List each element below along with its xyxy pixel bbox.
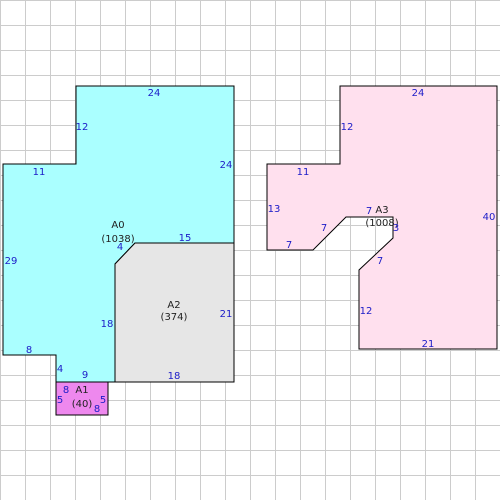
dim-a1-top: 8 bbox=[63, 385, 69, 396]
dim-a0-bottom-left: 8 bbox=[26, 345, 32, 356]
dim-a2-bottom: 18 bbox=[168, 371, 181, 382]
dim-a3-top: 24 bbox=[412, 88, 425, 99]
dim-a0-inner-vertical: 18 bbox=[101, 319, 114, 330]
area-a2-value: (374) bbox=[161, 312, 188, 323]
dim-a3-notch-top: 7 bbox=[366, 206, 372, 217]
dim-a0-top: 24 bbox=[148, 88, 161, 99]
dim-a3-right: 40 bbox=[483, 212, 496, 223]
dim-a3-bottom: 21 bbox=[422, 339, 435, 350]
dim-a3-inner-vertical: 12 bbox=[360, 306, 373, 317]
dim-a0-inner-chamfer: 4 bbox=[117, 242, 123, 253]
dim-a0-step-horizontal: 11 bbox=[33, 167, 46, 178]
dim-a2-right: 21 bbox=[220, 309, 233, 320]
dim-a2-top: 15 bbox=[179, 233, 192, 244]
area-a0-name: A0 bbox=[111, 220, 124, 231]
dim-a3-step-vertical: 12 bbox=[341, 122, 354, 133]
dim-a0-step-vertical: 12 bbox=[76, 122, 89, 133]
dim-a3-left: 13 bbox=[268, 204, 281, 215]
dim-a1-left: 5 bbox=[57, 395, 63, 406]
area-a2-name: A2 bbox=[167, 300, 180, 311]
dim-a3-left-bottom: 7 bbox=[286, 240, 292, 251]
area-a1-value: (40) bbox=[72, 399, 93, 410]
dim-a0-notch-vertical: 4 bbox=[57, 364, 63, 375]
dim-a1-bottom: 8 bbox=[94, 404, 100, 415]
area-a3-name: A3 bbox=[375, 205, 388, 216]
floor-plan-canvas: A0 (1038) A2 (374) A1 (40) A3 (1008) 24 … bbox=[0, 0, 500, 500]
area-a1-name: A1 bbox=[75, 385, 88, 396]
dim-a1-right: 5 bbox=[100, 395, 106, 406]
dim-a0-left: 29 bbox=[5, 256, 18, 267]
dim-a3-step-horizontal: 11 bbox=[297, 167, 310, 178]
dim-a0-notch-horizontal: 9 bbox=[82, 370, 88, 381]
dim-a3-diagonal-right: 7 bbox=[377, 256, 383, 267]
dim-a3-diagonal-lower: 7 bbox=[321, 223, 327, 234]
dim-a0-right: 24 bbox=[220, 160, 233, 171]
dim-a3-notch-right: 3 bbox=[393, 223, 399, 234]
floor-plan-diagram: A0 (1038) A2 (374) A1 (40) A3 (1008) 24 … bbox=[0, 0, 500, 500]
